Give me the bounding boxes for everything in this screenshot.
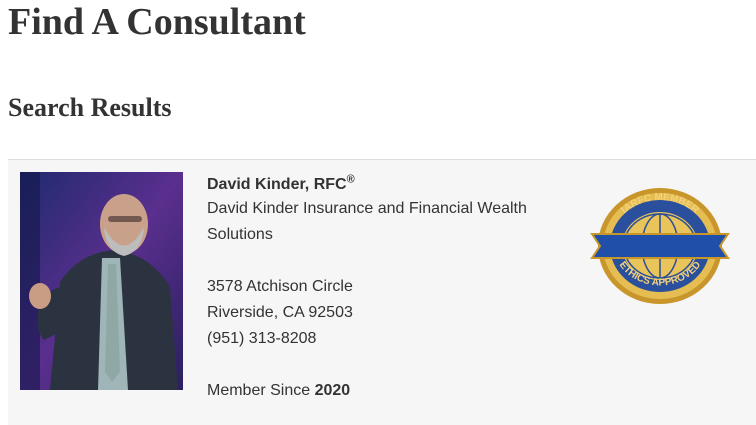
consultant-photo [20,172,183,390]
member-since: Member Since 2020 [207,378,567,404]
search-results-heading: Search Results [8,93,172,122]
member-since-label: Member Since [207,382,311,399]
company-name-line-1: David Kinder Insurance and Financial Wea… [207,200,527,217]
consultant-info: David Kinder, RFC® David Kinder Insuranc… [207,174,567,404]
company-name-line-2: Solutions [207,226,273,243]
consultant-name: David Kinder, RFC® [207,173,355,193]
registered-mark: ® [346,173,355,186]
member-since-year: 2020 [314,382,351,399]
iarfc-ethics-seal-icon: IARFC MEMBER ETHICS APPROVED [588,184,732,308]
address-city-state-zip: Riverside, CA 92503 [207,304,353,321]
consultant-result-card: David Kinder, RFC® David Kinder Insuranc… [8,159,756,425]
page-title: Find A Consultant [8,1,306,43]
address-street: 3578 Atchison Circle [207,278,353,295]
phone-number: (951) 313-8208 [207,330,317,347]
